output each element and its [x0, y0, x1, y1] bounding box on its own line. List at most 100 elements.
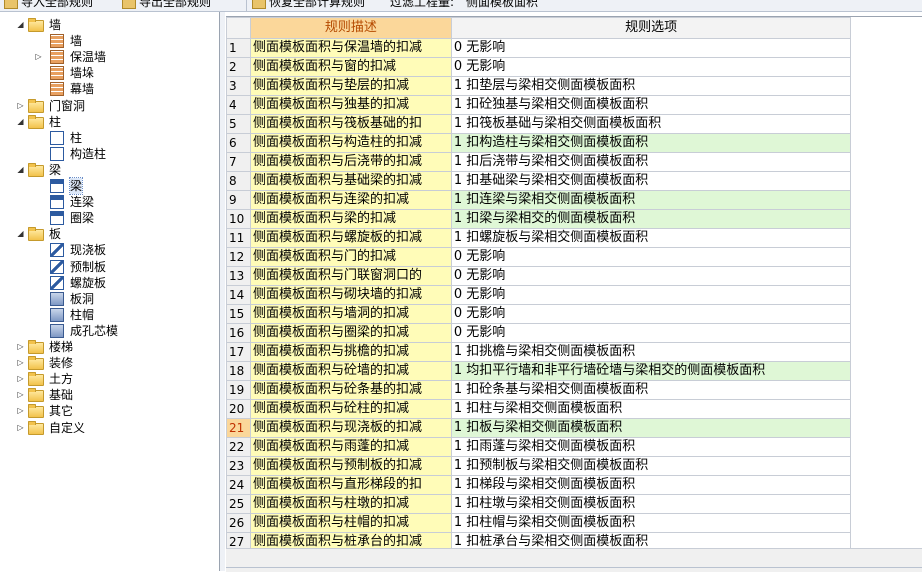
rule-option-cell[interactable]: 1 扣筏板基础与梁相交侧面模板面积 — [450, 114, 852, 134]
import-all-rules-button[interactable]: 导入全部规则 — [4, 0, 93, 10]
table-row[interactable]: 25 侧面模板面积与柱墩的扣减 1 扣柱墩与梁相交侧面模板面积 — [226, 494, 922, 514]
tree-node-7[interactable]: ▷ 土方 — [16, 371, 216, 387]
table-row[interactable]: 5 侧面模板面积与筏板基础的扣 1 扣筏板基础与梁相交侧面模板面积 — [226, 114, 922, 134]
expand-arrow-icon[interactable]: ▷ — [16, 371, 25, 387]
tree-node-2[interactable]: ◢ 柱 — [16, 114, 216, 130]
table-row[interactable]: 10 侧面模板面积与梁的扣减 1 扣梁与梁相交的侧面模板面积 — [226, 209, 922, 229]
tree-leaf-4-2[interactable]: 螺旋板 — [36, 275, 216, 291]
rules-grid[interactable]: 规则描述 规则选项 1 侧面模板面积与保温墙的扣减 0 无影响 2 侧面模板面积与窗的扣… — [226, 16, 922, 549]
rule-description-cell[interactable]: 侧面模板面积与连梁的扣减 — [249, 190, 452, 210]
horizontal-scrollbar[interactable] — [226, 548, 922, 572]
table-row[interactable]: 18 侧面模板面积与砼墙的扣减 1 均扣平行墙和非平行墙砼墙与梁相交的侧面模板面积 — [226, 361, 922, 381]
table-row[interactable]: 11 侧面模板面积与螺旋板的扣减 1 扣螺旋板与梁相交侧面模板面积 — [226, 228, 922, 248]
table-row[interactable]: 6 侧面模板面积与构造柱的扣减 1 扣构造柱与梁相交侧面模板面积 — [226, 133, 922, 153]
expand-arrow-icon[interactable]: ▷ — [16, 387, 25, 403]
table-row[interactable]: 1 侧面模板面积与保温墙的扣减 0 无影响 — [226, 38, 922, 58]
rule-description-cell[interactable]: 侧面模板面积与构造柱的扣减 — [249, 133, 452, 153]
tree-leaf-0-3[interactable]: 幕墙 — [36, 81, 216, 97]
tree-leaf-0-2[interactable]: 墙垛 — [36, 65, 216, 81]
rule-option-cell[interactable]: 0 无影响 — [450, 247, 852, 267]
tree-leaf-3-0[interactable]: 梁 — [36, 177, 216, 195]
collapse-arrow-icon[interactable]: ◢ — [16, 114, 25, 130]
tree-leaf-3-2[interactable]: 圈梁 — [36, 210, 216, 226]
tree-node-0[interactable]: ◢ 墙 — [16, 17, 216, 33]
rule-description-cell[interactable]: 侧面模板面积与门联窗洞口的 — [249, 266, 452, 286]
rule-option-cell[interactable]: 1 扣柱与梁相交侧面模板面积 — [450, 399, 852, 419]
rule-description-cell[interactable]: 侧面模板面积与梁的扣减 — [249, 209, 452, 229]
table-row[interactable]: 22 侧面模板面积与雨蓬的扣减 1 扣雨蓬与梁相交侧面模板面积 — [226, 437, 922, 457]
rule-description-cell[interactable]: 侧面模板面积与垫层的扣减 — [249, 76, 452, 96]
tree-leaf-4-4[interactable]: 柱帽 — [36, 307, 216, 323]
table-row[interactable]: 14 侧面模板面积与砌块墙的扣减 0 无影响 — [226, 285, 922, 305]
expand-arrow-icon[interactable]: ▷ — [34, 49, 43, 65]
rule-description-cell[interactable]: 侧面模板面积与柱墩的扣减 — [249, 494, 452, 514]
rule-description-cell[interactable]: 侧面模板面积与桩承台的扣减 — [249, 532, 452, 549]
rule-option-cell[interactable]: 1 扣螺旋板与梁相交侧面模板面积 — [450, 228, 852, 248]
rule-description-cell[interactable]: 侧面模板面积与砼墙的扣减 — [249, 361, 452, 381]
tree-node-5[interactable]: ▷ 楼梯 — [16, 339, 216, 355]
rule-option-cell[interactable]: 0 无影响 — [450, 266, 852, 286]
rule-option-cell[interactable]: 1 扣砼条基与梁相交侧面模板面积 — [450, 380, 852, 400]
table-row[interactable]: 26 侧面模板面积与柱帽的扣减 1 扣柱帽与梁相交侧面模板面积 — [226, 513, 922, 533]
tree-leaf-3-1[interactable]: 连梁 — [36, 194, 216, 210]
rule-option-cell[interactable]: 0 无影响 — [450, 304, 852, 324]
rule-option-cell[interactable]: 1 扣梁与梁相交的侧面模板面积 — [450, 209, 852, 229]
rule-option-cell[interactable]: 0 无影响 — [450, 57, 852, 77]
expand-arrow-icon[interactable]: ▷ — [16, 403, 25, 419]
rule-option-cell[interactable]: 1 扣构造柱与梁相交侧面模板面积 — [450, 133, 852, 153]
rule-description-cell[interactable]: 侧面模板面积与雨蓬的扣减 — [249, 437, 452, 457]
rule-description-cell[interactable]: 侧面模板面积与预制板的扣减 — [249, 456, 452, 476]
rule-option-cell[interactable]: 1 扣柱帽与梁相交侧面模板面积 — [450, 513, 852, 533]
rule-description-cell[interactable]: 侧面模板面积与砼条基的扣减 — [249, 380, 452, 400]
expand-arrow-icon[interactable]: ▷ — [16, 355, 25, 371]
collapse-arrow-icon[interactable]: ◢ — [16, 162, 25, 178]
table-row[interactable]: 27 侧面模板面积与桩承台的扣减 1 扣桩承台与梁相交侧面模板面积 — [226, 532, 922, 549]
tree-node-8[interactable]: ▷ 基础 — [16, 387, 216, 403]
rule-description-cell[interactable]: 侧面模板面积与窗的扣减 — [249, 57, 452, 77]
rule-description-cell[interactable]: 侧面模板面积与挑檐的扣减 — [249, 342, 452, 362]
tree-leaf-0-0[interactable]: 墙 — [36, 33, 216, 49]
rule-description-cell[interactable]: 侧面模板面积与基础梁的扣减 — [249, 171, 452, 191]
rule-option-cell[interactable]: 1 扣柱墩与梁相交侧面模板面积 — [450, 494, 852, 514]
tree-node-10[interactable]: ▷ 自定义 — [16, 420, 216, 436]
filter-select[interactable]: 侧面模板面积 — [466, 0, 538, 10]
rule-description-cell[interactable]: 侧面模板面积与螺旋板的扣减 — [249, 228, 452, 248]
table-row[interactable]: 2 侧面模板面积与窗的扣减 0 无影响 — [226, 57, 922, 77]
table-row[interactable]: 4 侧面模板面积与独基的扣减 1 扣砼独基与梁相交侧面模板面积 — [226, 95, 922, 115]
rule-option-cell[interactable]: 1 扣后浇带与梁相交侧面模板面积 — [450, 152, 852, 172]
tree-leaf-2-1[interactable]: 构造柱 — [36, 146, 216, 162]
table-row[interactable]: 9 侧面模板面积与连梁的扣减 1 扣连梁与梁相交侧面模板面积 — [226, 190, 922, 210]
rule-option-cell[interactable]: 0 无影响 — [450, 38, 852, 58]
expand-arrow-icon[interactable]: ▷ — [16, 339, 25, 355]
rule-description-cell[interactable]: 侧面模板面积与后浇带的扣减 — [249, 152, 452, 172]
rule-description-cell[interactable]: 侧面模板面积与砼柱的扣减 — [249, 399, 452, 419]
tree-node-6[interactable]: ▷ 装修 — [16, 355, 216, 371]
column-header-desc[interactable]: 规则描述 — [249, 17, 452, 39]
table-row[interactable]: 24 侧面模板面积与直形梯段的扣 1 扣梯段与梁相交侧面模板面积 — [226, 475, 922, 495]
table-row[interactable]: 3 侧面模板面积与垫层的扣减 1 扣垫层与梁相交侧面模板面积 — [226, 76, 922, 96]
tree-leaf-4-5[interactable]: 成孔芯模 — [36, 323, 216, 339]
rule-option-cell[interactable]: 0 无影响 — [450, 285, 852, 305]
rule-description-cell[interactable]: 侧面模板面积与保温墙的扣减 — [249, 38, 452, 58]
rule-option-cell[interactable]: 1 扣梯段与梁相交侧面模板面积 — [450, 475, 852, 495]
table-row[interactable]: 12 侧面模板面积与门的扣减 0 无影响 — [226, 247, 922, 267]
rule-option-cell[interactable]: 1 扣预制板与梁相交侧面模板面积 — [450, 456, 852, 476]
rule-description-cell[interactable]: 侧面模板面积与筏板基础的扣 — [249, 114, 452, 134]
collapse-arrow-icon[interactable]: ◢ — [16, 226, 25, 242]
table-row[interactable]: 17 侧面模板面积与挑檐的扣减 1 扣挑檐与梁相交侧面模板面积 — [226, 342, 922, 362]
rule-option-cell[interactable]: 1 扣连梁与梁相交侧面模板面积 — [450, 190, 852, 210]
rule-option-cell[interactable]: 1 扣基础梁与梁相交侧面模板面积 — [450, 171, 852, 191]
expand-arrow-icon[interactable]: ▷ — [16, 420, 25, 436]
rule-description-cell[interactable]: 侧面模板面积与圈梁的扣减 — [249, 323, 452, 343]
tree-node-1[interactable]: ▷ 门窗洞 — [16, 98, 216, 114]
tree-leaf-4-1[interactable]: 预制板 — [36, 259, 216, 275]
column-header-opt[interactable]: 规则选项 — [450, 17, 852, 39]
tree-node-3[interactable]: ◢ 梁 — [16, 162, 216, 178]
rule-option-cell[interactable]: 1 均扣平行墙和非平行墙砼墙与梁相交的侧面模板面积 — [450, 361, 852, 381]
rule-option-cell[interactable]: 1 扣垫层与梁相交侧面模板面积 — [450, 76, 852, 96]
tree-leaf-0-1[interactable]: ▷ 保温墙 — [34, 49, 216, 65]
tree-leaf-2-0[interactable]: 柱 — [36, 130, 216, 146]
table-row[interactable]: 8 侧面模板面积与基础梁的扣减 1 扣基础梁与梁相交侧面模板面积 — [226, 171, 922, 191]
rule-description-cell[interactable]: 侧面模板面积与柱帽的扣减 — [249, 513, 452, 533]
collapse-arrow-icon[interactable]: ◢ — [16, 17, 25, 33]
